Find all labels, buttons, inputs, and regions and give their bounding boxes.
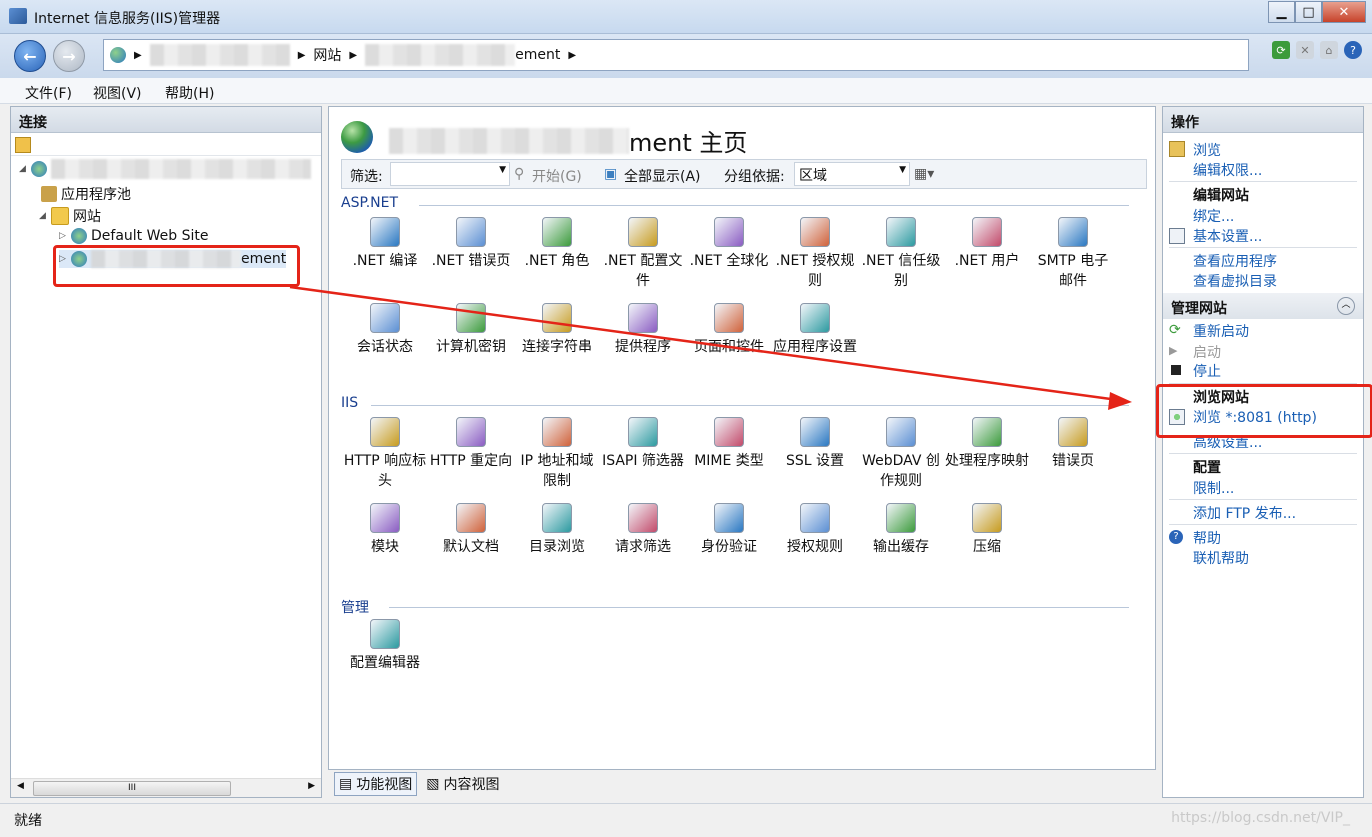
annotation-arrow bbox=[289, 285, 1132, 410]
